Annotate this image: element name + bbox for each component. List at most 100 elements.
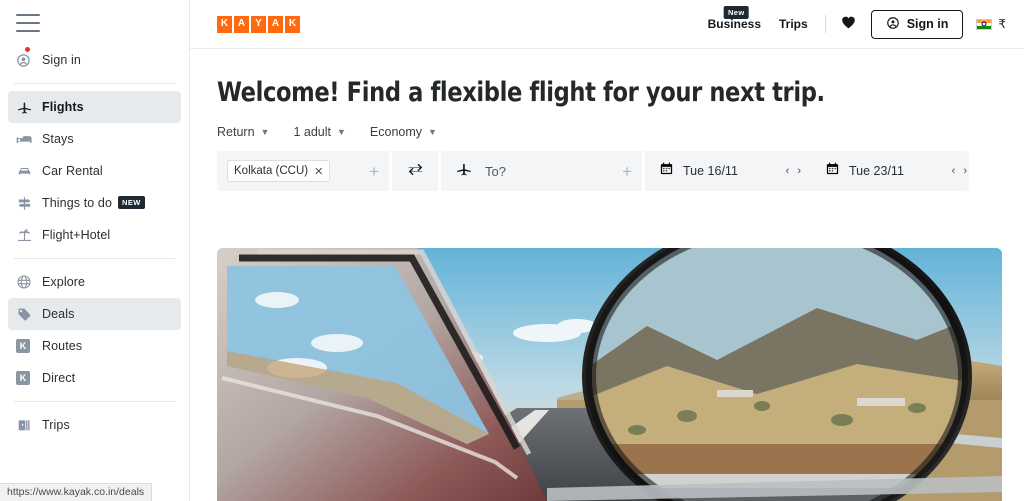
chevron-down-icon: ▼ [260,127,270,137]
remove-origin-icon[interactable]: ✕ [314,165,323,178]
sidebar: Sign in Flights Stays Car Rental Things … [0,0,190,501]
origin-chip: Kolkata (CCU) ✕ [227,160,331,182]
sidebar-item-flight-hotel[interactable]: Flight+Hotel [8,219,181,251]
palm-icon [16,227,42,244]
k-tile-icon: K [16,371,42,385]
k-tile-glyph: K [16,371,30,385]
depart-date-value: Tue 16/11 [683,164,738,178]
origin-input[interactable]: Kolkata (CCU) ✕ + [217,151,389,191]
sidebar-item-trips[interactable]: Trips [8,409,181,441]
logo-letter: K [217,15,232,33]
sidebar-group-travel: Flights Stays Car Rental Things to do NE… [0,91,189,251]
logo-letter: Y [251,15,266,33]
hamburger-line [16,22,40,24]
logo-letter: K [285,15,300,33]
return-date-field[interactable]: Tue 23/11 ‹ › [811,151,969,191]
india-flag-icon[interactable] [976,18,993,30]
hero-illustration [217,248,1002,501]
sidebar-divider [14,83,175,84]
suitcase-icon [16,417,42,433]
sidebar-item-sign-in[interactable]: Sign in [8,44,181,76]
depart-date-field[interactable]: Tue 16/11 ‹ › [645,151,811,191]
nav-trips-label: Trips [779,17,808,31]
swap-locations-button[interactable] [392,151,438,191]
hamburger-line [16,30,40,32]
depart-prev-day-button[interactable]: ‹ [786,165,790,177]
flag-stripe-white [977,22,992,26]
nav-trips[interactable]: Trips [770,17,817,31]
plane-icon [455,160,473,183]
calendar-icon [659,161,674,181]
sidebar-item-label: Routes [42,339,83,353]
trip-type-selector[interactable]: Return ▼ [217,125,269,139]
hero-image [217,248,1002,501]
globe-icon [16,274,42,290]
return-date-value: Tue 23/11 [849,164,904,178]
nav-business-label: Business [707,17,761,31]
tag-icon [16,306,42,323]
kayak-logo[interactable]: K A Y A K [217,15,300,33]
return-prev-day-button[interactable]: ‹ [952,165,956,177]
sidebar-item-label: Direct [42,371,76,385]
cabin-class-selector[interactable]: Economy ▼ [370,125,437,139]
destination-input[interactable]: To? + [441,151,642,191]
trip-type-label: Return [217,125,255,139]
sidebar-item-routes[interactable]: K Routes [8,330,181,362]
sidebar-item-label: Flights [42,100,84,114]
sidebar-item-label: Stays [42,132,74,146]
sidebar-item-label: Car Rental [42,164,103,178]
signpost-icon [16,195,42,212]
sidebar-divider [14,258,175,259]
k-tile-glyph: K [16,339,30,353]
plane-icon [16,99,42,116]
sidebar-item-stays[interactable]: Stays [8,123,181,155]
sidebar-item-label: Deals [42,307,75,321]
account-circle-icon [886,16,900,33]
chevron-down-icon: ▼ [428,127,437,137]
sign-in-label: Sign in [906,17,949,31]
bed-icon [16,131,42,148]
destination-placeholder: To? [485,163,506,179]
search-options: Return ▼ 1 adult ▼ Economy ▼ [217,125,1024,139]
flight-search-bar: Kolkata (CCU) ✕ + To? + Tue 16/11 ‹ › Tu… [217,151,969,191]
currency-selector[interactable]: ₹ [998,17,1006,31]
new-badge: NEW [118,195,145,209]
browser-status-url: https://www.kayak.co.in/deals [0,483,153,501]
sidebar-item-label: Flight+Hotel [42,228,111,242]
sidebar-item-car-rental[interactable]: Car Rental [8,155,181,187]
add-destination-button[interactable]: + [622,163,634,180]
hamburger-line [16,14,40,16]
kayak-page: Sign in Flights Stays Car Rental Things … [0,0,1024,501]
return-next-day-button[interactable]: › [963,165,967,177]
sidebar-item-deals[interactable]: Deals [8,298,181,330]
return-date-steppers: ‹ › [952,165,967,177]
sign-in-button[interactable]: Sign in [870,9,964,39]
sidebar-item-direct[interactable]: K Direct [8,362,181,394]
travelers-selector[interactable]: 1 adult ▼ [293,125,345,139]
add-origin-button[interactable]: + [369,163,381,180]
sidebar-item-label: Trips [42,418,70,432]
origin-chip-label: Kolkata (CCU) [234,165,309,177]
depart-date-steppers: ‹ › [786,165,801,177]
page-title: Welcome! Find a flexible flight for your… [217,77,825,108]
logo-letter: A [234,15,249,33]
nav-divider [824,15,826,33]
chevron-down-icon: ▼ [336,127,346,137]
calendar-icon [825,161,840,181]
depart-next-day-button[interactable]: › [797,165,801,177]
k-tile-icon: K [16,339,42,353]
hamburger-icon[interactable] [16,14,40,32]
car-icon [16,163,42,180]
cabin-class-label: Economy [369,125,423,139]
sidebar-group-account: Sign in [0,44,189,76]
sidebar-item-things-to-do[interactable]: Things to do NEW [8,187,181,219]
nav-business[interactable]: New Business [699,6,770,31]
main-content: K A Y A K New Business Trips Sign in ₹ W… [190,0,1024,501]
logo-letter: A [268,15,283,33]
travelers-label: 1 adult [293,125,331,139]
sidebar-item-explore[interactable]: Explore [8,266,181,298]
sidebar-item-flights[interactable]: Flights [8,91,181,123]
heart-icon[interactable] [834,15,863,33]
account-icon [16,47,42,68]
swap-arrows-icon [406,162,425,181]
